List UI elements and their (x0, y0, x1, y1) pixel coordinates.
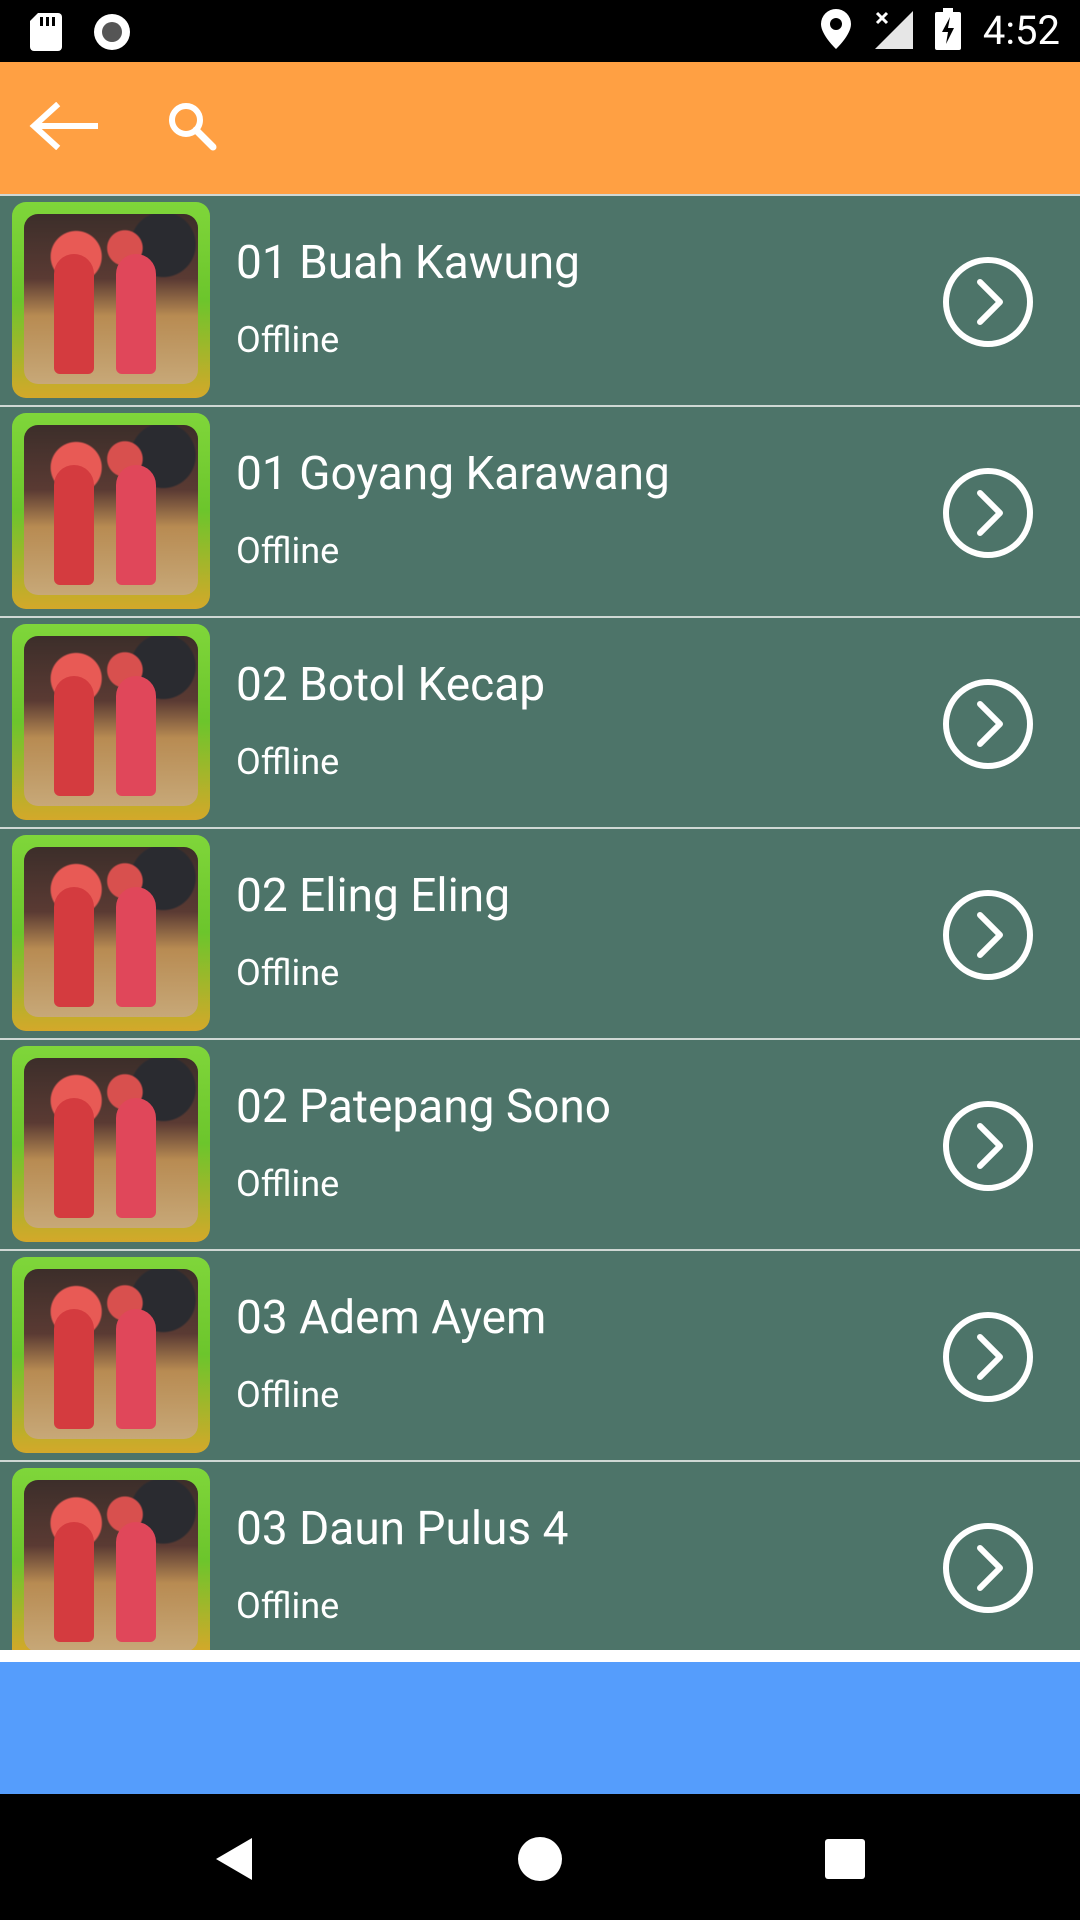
list-item[interactable]: 01 Buah Kawung Offline (0, 194, 1080, 405)
battery-charging-icon (934, 8, 961, 54)
recents-square-icon (825, 1839, 865, 1879)
thumbnail-image (12, 1468, 210, 1650)
back-button[interactable] (26, 96, 100, 160)
item-title: 03 Adem Ayem (236, 1291, 547, 1345)
list-item[interactable]: 01 Goyang Karawang Offline (0, 405, 1080, 616)
thumbnail-image (12, 835, 210, 1031)
chevron-right-circle-icon (943, 679, 1033, 769)
status-bar: 4:52 (0, 0, 1080, 62)
chevron-right-circle-icon (943, 257, 1033, 347)
nav-back-button[interactable] (200, 1824, 270, 1894)
thumbnail-image (12, 202, 210, 398)
chevron-right-circle-icon (943, 1101, 1033, 1191)
chevron-right-circle-icon (943, 1312, 1033, 1402)
nav-home-button[interactable] (505, 1824, 575, 1894)
search-icon (167, 101, 217, 155)
list-item[interactable]: 02 Botol Kecap Offline (0, 616, 1080, 827)
record-icon (92, 12, 132, 56)
search-button[interactable] (160, 96, 224, 160)
item-title: 01 Buah Kawung (236, 236, 580, 290)
open-item-button[interactable] (942, 889, 1034, 981)
item-status: Offline (236, 1374, 340, 1416)
list-item[interactable]: 02 Eling Eling Offline (0, 827, 1080, 1038)
item-status: Offline (236, 319, 340, 361)
item-status: Offline (236, 741, 340, 783)
open-item-button[interactable] (942, 1100, 1034, 1192)
thumbnail-image (12, 624, 210, 820)
thumbnail-image (12, 1257, 210, 1453)
system-nav-bar (0, 1794, 1080, 1920)
home-circle-icon (518, 1837, 562, 1881)
item-title: 01 Goyang Karawang (236, 447, 670, 501)
arrow-left-icon (28, 101, 99, 154)
item-title: 02 Botol Kecap (236, 658, 546, 712)
item-title: 02 Patepang Sono (236, 1080, 612, 1134)
ad-banner[interactable] (0, 1662, 1080, 1794)
thumbnail-image (12, 413, 210, 609)
item-status: Offline (236, 952, 340, 994)
open-item-button[interactable] (942, 678, 1034, 770)
open-item-button[interactable] (942, 1522, 1034, 1614)
item-title: 03 Daun Pulus 4 (236, 1502, 569, 1556)
list-item[interactable]: 03 Daun Pulus 4 Offline (0, 1460, 1080, 1650)
status-time: 4:52 (982, 7, 1060, 54)
list-item[interactable]: 03 Adem Ayem Offline (0, 1249, 1080, 1460)
open-item-button[interactable] (942, 256, 1034, 348)
chevron-right-circle-icon (943, 468, 1033, 558)
list-item[interactable]: 02 Patepang Sono Offline (0, 1038, 1080, 1249)
back-triangle-icon (216, 1838, 252, 1880)
thumbnail-image (12, 1046, 210, 1242)
chevron-right-circle-icon (943, 1523, 1033, 1613)
signal-off-icon (873, 9, 913, 53)
item-title: 02 Eling Eling (236, 869, 511, 923)
item-status: Offline (236, 1585, 340, 1627)
toolbar (0, 62, 1080, 194)
item-status: Offline (236, 1163, 340, 1205)
chevron-right-circle-icon (943, 890, 1033, 980)
song-list: 01 Buah Kawung Offline 01 Goyang Karawan… (0, 194, 1080, 1650)
sd-card-icon (30, 13, 62, 55)
location-icon (820, 9, 851, 53)
item-status: Offline (236, 530, 340, 572)
open-item-button[interactable] (942, 1311, 1034, 1403)
open-item-button[interactable] (942, 467, 1034, 559)
nav-recents-button[interactable] (810, 1824, 880, 1894)
